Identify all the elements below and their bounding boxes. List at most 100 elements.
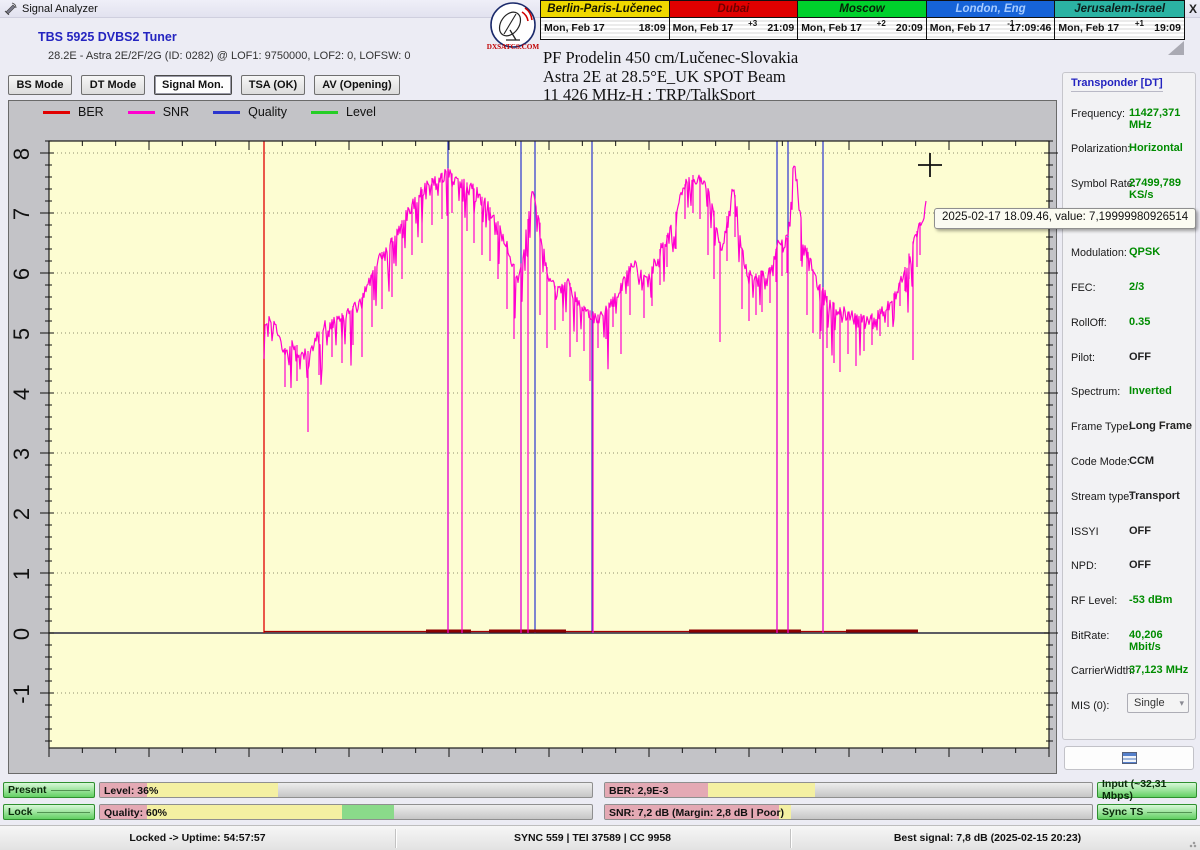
clock-city: Jerusalem-Israel [1055,1,1184,18]
clock-utc-offset: +2 [877,19,886,28]
transponder-label: Frame Type: [1071,421,1131,433]
clock-city: Moscow [798,1,926,18]
toolbar-button-dt-mode[interactable]: DT Mode [81,75,145,95]
quality-bar: Quality: 60% [99,804,593,820]
clock-date: Mon, Feb 17 [1058,22,1119,34]
mode-toolbar: BS Mode DT Mode Signal Mon. TSA (OK) AV (Ope… [8,75,400,95]
clock-display: Mon, Feb 17+220:09 [798,18,926,39]
transponder-value: 2/3 [1129,281,1144,293]
y-axis-tick-label: 3 [9,448,34,460]
transponder-rows: Frequency:11427,371 MHzPolarization:Hori… [1063,97,1195,725]
transponder-value: 40,206 Mbit/s [1129,629,1195,653]
transponder-label: Frequency: [1071,108,1125,120]
close-icon[interactable]: X [1186,2,1200,16]
toolbar-button-bs-mode[interactable]: BS Mode [8,75,72,95]
clock-utc-offset: +1 [1135,19,1144,28]
legend-swatch [213,111,240,114]
toolbar-button-signal-mon-[interactable]: Signal Mon. [154,75,232,95]
status-divider [395,829,396,848]
transponder-row: Spectrum:Inverted [1063,375,1195,410]
transponder-row: NPD: OFF [1063,549,1195,584]
transponder-value: OFF [1129,525,1151,537]
reception-info-line1: PF Prodelin 450 cm/Lučenec-Slovakia [543,49,798,68]
transponder-row: Symbol Rate:27499,789 KS/s [1063,167,1195,202]
legend-swatch [43,111,70,114]
clock-date: Mon, Feb 17 [673,22,734,34]
transponder-value: 11427,371 MHz [1129,107,1195,131]
toolbar-button-tsa-ok-[interactable]: TSA (OK) [241,75,305,95]
status-bar: Locked -> Uptime: 54:57:57 SYNC 559 | TE… [0,825,1200,850]
signal-chart-panel: BERSNRQualityLevel 876543210-1 2025-02-1… [8,100,1057,774]
clock-resize-grip[interactable] [1168,41,1184,55]
transponder-label: BitRate: [1071,630,1109,642]
y-axis-tick-label: 5 [9,328,34,340]
transponder-row: FEC:2/3 [1063,271,1195,306]
legend-item-ber: BER [43,105,104,119]
legend-swatch [128,111,155,114]
status-uptime: Locked -> Uptime: 54:57:57 [0,832,395,844]
transponder-value: QPSK [1129,246,1160,258]
world-clocks-panel: Berlin-Paris-Lučenec Mon, Feb 17 18:09 Duba… [540,0,1185,40]
clock-display: Mon, Feb 17+119:09 [1055,18,1184,39]
clock-time: 21:09 [767,22,794,34]
ts-details-button[interactable] [1064,746,1194,770]
clock-0: Berlin-Paris-Lučenec Mon, Feb 17 18:09 [541,1,670,39]
clock-city: Berlin-Paris-Lučenec [541,1,669,18]
bar-segment [342,805,394,819]
clock-time: 20:09 [896,22,923,34]
y-axis-tick-label: 0 [9,628,34,640]
mis-select[interactable]: Single▾ [1127,693,1189,713]
transponder-label: NPD: [1071,560,1097,572]
y-axis-tick-label: -1 [9,684,34,704]
status-sync-counters: SYNC 559 | TEI 37589 | CC 9958 [395,832,790,844]
lock-badge: Lock [3,804,95,820]
clock-time: 18:09 [639,22,666,34]
bar-segment [147,783,278,797]
dxsatcs-logo: DXSATCS.COM [486,0,540,54]
transponder-row: Modulation:QPSK [1063,236,1195,271]
transponder-value: Transport [1129,490,1180,502]
transponder-value: 0.35 [1129,316,1150,328]
transponder-value: -53 dBm [1129,594,1172,606]
transponder-label: Modulation: [1071,247,1127,259]
present-badge: Present [3,782,95,798]
transponder-value: OFF [1129,559,1151,571]
y-axis-tick-label: 6 [9,268,34,280]
transponder-value: 27499,789 KS/s [1129,177,1195,201]
transponder-label: Stream type: [1071,491,1132,503]
transponder-row: Pilot:OFF [1063,341,1195,376]
bar-segment [708,783,816,797]
window-title: Signal Analyzer [22,3,98,15]
transponder-label: Polarization: [1071,143,1130,155]
clock-utc-offset: +3 [748,19,757,28]
toolbar-button-av-opening-[interactable]: AV (Opening) [314,75,399,95]
legend-label: Level [346,105,376,119]
tuner-name: TBS 5925 DVBS2 Tuner [38,30,177,44]
transport-stream-icon [1122,752,1137,764]
resize-grip[interactable] [1189,840,1197,848]
bar-segment [147,805,342,819]
transponder-label: ISSYI [1071,526,1099,538]
clock-date: Mon, Feb 17 [544,22,605,34]
clock-display: Mon, Feb 17 18:09 [541,18,669,39]
transponder-panel: Transponder [DT] Frequency:11427,371 MHz… [1062,72,1196,740]
legend-item-level: Level [311,105,376,119]
y-axis-tick-label: 2 [9,508,34,520]
transponder-row: Code Mode:CCM [1063,445,1195,480]
clock-city: Dubai [670,1,798,18]
logo-text: DXSATCS.COM [487,43,540,51]
transponder-row: CarrierWidth:37,123 MHz [1063,654,1195,689]
transponder-value: Inverted [1129,385,1172,397]
signal-chart[interactable]: 876543210-1 [9,101,1058,775]
transponder-row: ISSYI OFF [1063,515,1195,550]
clock-display: Mon, Feb 17-117:09:46 [927,18,1055,39]
transponder-value: Long Frame [1129,420,1192,432]
ber-bar: BER: 2,9E-3 [604,782,1093,798]
transponder-label: Pilot: [1071,352,1095,364]
transponder-row: RF Level:-53 dBm [1063,584,1195,619]
y-axis-tick-label: 8 [9,148,34,160]
transponder-row: Frequency: 11427,371 MHz [1063,97,1195,132]
clock-display: Mon, Feb 17 +3 21:09 [670,18,798,39]
legend-item-snr: SNR [128,105,189,119]
clock-1: Dubai Mon, Feb 17 +3 21:09 [670,1,799,39]
